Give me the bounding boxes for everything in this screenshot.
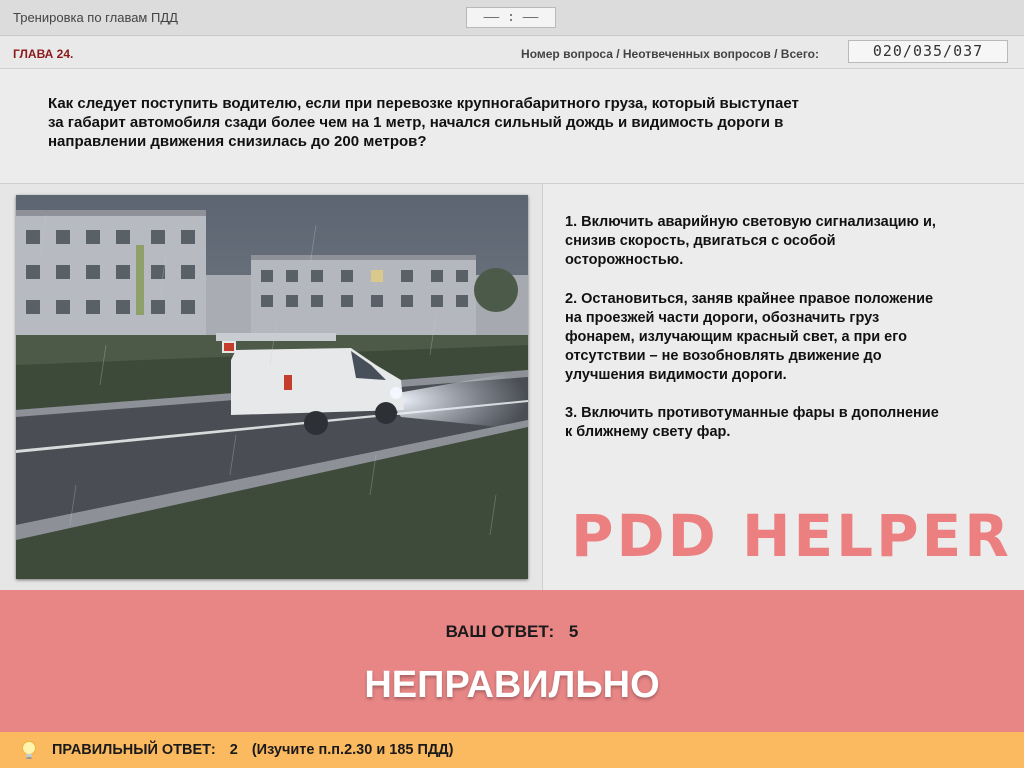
answer-line: улучшения видимости дороги.	[565, 367, 787, 383]
question-line: за габарит автомобиля сзади более чем на…	[48, 114, 784, 131]
your-answer-label: ВАШ ОТВЕТ:	[445, 622, 555, 641]
top-bar: Тренировка по главам ПДД ‒‒ : ‒‒	[0, 0, 1024, 36]
app-title: Тренировка по главам ПДД	[13, 10, 178, 25]
answer-option-1[interactable]: 1. Включить аварийную световую сигнализа…	[565, 213, 1005, 270]
answer-line: 3. Включить противотуманные фары в допол…	[565, 405, 939, 421]
question-text: Как следует поступить водителю, если при…	[48, 94, 898, 151]
question-line: направлении движения снизилась до 200 ме…	[48, 133, 427, 150]
answer-option-2[interactable]: 2. Остановиться, заняв крайнее правое по…	[565, 290, 1005, 385]
answer-option-3[interactable]: 3. Включить противотуманные фары в допол…	[565, 404, 1005, 442]
correct-answer-text: ПРАВИЛЬНЫЙ ОТВЕТ: 2 (Изучите п.п.2.30 и …	[52, 742, 463, 758]
answer-line: к ближнему свету фар.	[565, 424, 731, 440]
question-illustration	[16, 195, 528, 579]
result-panel: ВАШ ОТВЕТ: 5 НЕПРАВИЛЬНО	[0, 590, 1024, 732]
lightbulb-icon	[22, 741, 36, 759]
answer-line: снизив скорость, двигаться с особой	[565, 233, 836, 249]
correct-answer-bar: ПРАВИЛЬНЫЙ ОТВЕТ: 2 (Изучите п.п.2.30 и …	[0, 732, 1024, 768]
your-answer: ВАШ ОТВЕТ: 5	[0, 622, 1024, 642]
answer-line: 2. Остановиться, заняв крайнее правое по…	[565, 291, 934, 307]
rule-reference: (Изучите п.п.2.30 и 185 ПДД)	[251, 742, 454, 758]
answer-line: на проезжей части дороги, обозначить гру…	[565, 310, 880, 326]
your-answer-value: 5	[568, 622, 579, 641]
answer-line: 1. Включить аварийную световую сигнализа…	[565, 214, 936, 230]
correct-answer-value: 2	[229, 742, 238, 758]
answer-line: фонарем, излучающим красный свет, а при …	[565, 329, 907, 345]
answer-line: отсутствии – не возобновлять движение до	[565, 348, 882, 364]
chapter-label: ГЛАВА 24.	[13, 47, 74, 61]
correct-answer-label: ПРАВИЛЬНЫЙ ОТВЕТ:	[52, 742, 216, 758]
question-counter: 020/035/037	[848, 40, 1008, 63]
timer-display: ‒‒ : ‒‒	[466, 7, 556, 28]
watermark-logo: PDD HELPER	[571, 502, 1012, 570]
answers-panel: 1. Включить аварийную световую сигнализа…	[543, 184, 1024, 590]
verdict-text: НЕПРАВИЛЬНО	[364, 664, 660, 706]
question-area: Как следует поступить водителю, если при…	[0, 69, 1024, 184]
question-line: Как следует поступить водителю, если при…	[48, 95, 799, 112]
info-bar: ГЛАВА 24. Номер вопроса / Неотвеченных в…	[0, 36, 1024, 69]
answer-line: осторожностью.	[565, 252, 684, 268]
image-panel	[0, 184, 543, 590]
counter-label: Номер вопроса / Неотвеченных вопросов / …	[521, 47, 819, 61]
